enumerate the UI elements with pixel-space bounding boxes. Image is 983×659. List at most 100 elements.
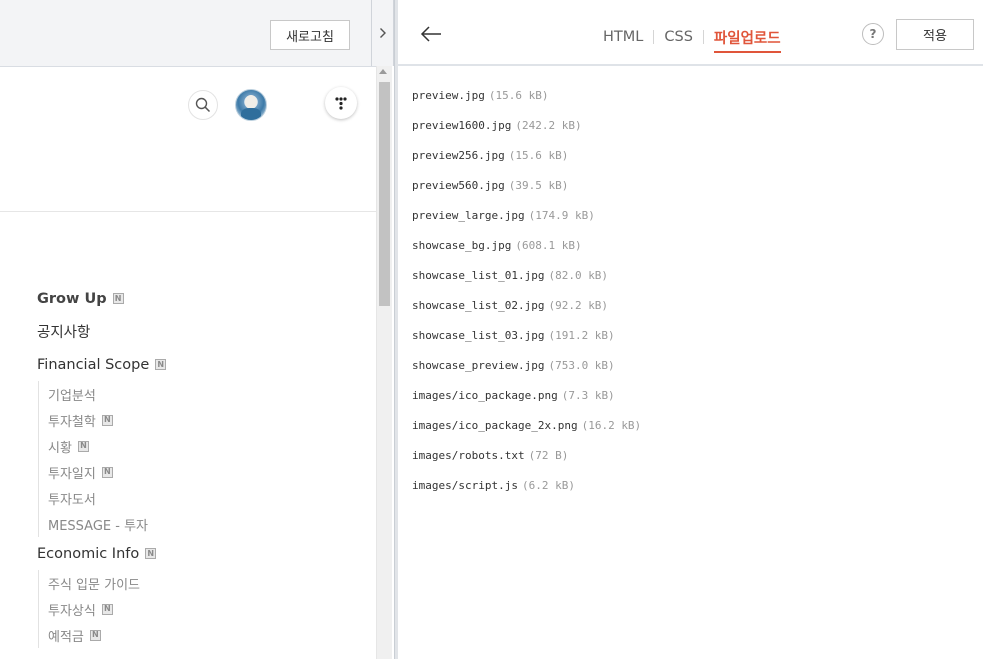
blog-header [0,67,376,212]
collapse-preview-button[interactable] [371,0,394,66]
apply-button[interactable]: 적용 [896,19,974,50]
menu-subcategory[interactable]: 시황 N [38,433,357,459]
menu-category[interactable]: 공지사항 [37,315,357,348]
file-size: (174.9 kB) [528,208,595,222]
new-badge-icon: N [101,414,113,426]
file-item[interactable]: showcase_list_03.jpg (191.2 kB) [412,320,972,350]
menu-category-label: Economic Info [37,545,140,562]
scroll-thumb[interactable] [379,82,390,306]
menu-subcategory[interactable]: 투자상식 N [38,596,357,622]
help-button[interactable]: ? [862,23,884,45]
back-button[interactable] [418,22,444,46]
file-item[interactable]: showcase_list_01.jpg (82.0 kB) [412,260,972,290]
file-size: (7.3 kB) [561,388,615,402]
scroll-up-arrow-icon[interactable] [379,69,387,74]
file-name: images/script.js [412,478,518,492]
file-size: (15.6 kB) [488,88,549,102]
file-name: images/robots.txt [412,448,525,462]
tab-html[interactable]: HTML [603,29,643,45]
file-size: (242.2 kB) [515,118,582,132]
menu-category-label: Grow Up [37,290,107,307]
editor-toolbar: HTML CSS 파일업로드 ? 적용 [398,0,983,66]
file-name: showcase_list_02.jpg [412,298,545,312]
new-badge-icon: N [112,293,124,304]
file-name: images/ico_package.png [412,388,558,402]
skin-editor-pane: HTML CSS 파일업로드 ? 적용 preview.jpg (15.6 kB)… [398,0,983,659]
file-item[interactable]: preview.jpg (15.6 kB) [412,80,972,110]
menu-subcategory-label: 투자도서 [48,492,96,508]
file-size: (191.2 kB) [548,328,615,342]
menu-category[interactable]: Economic Info N [37,537,357,570]
file-name: images/ico_package_2x.png [412,418,578,432]
avatar-body [241,108,261,120]
menu-subcategory[interactable]: 투자일지 N [38,459,357,485]
file-size: (15.6 kB) [508,148,569,162]
file-size: (39.5 kB) [508,178,569,192]
file-size: (16.2 kB) [581,418,642,432]
file-name: showcase_bg.jpg [412,238,512,252]
editor-tabs: HTML CSS 파일업로드 [603,26,781,53]
file-item[interactable]: preview560.jpg (39.5 kB) [412,170,972,200]
menu-subcategory-label: 투자일지 [48,466,96,482]
file-name: preview1600.jpg [412,118,512,132]
file-size: (608.1 kB) [515,238,582,252]
file-item[interactable]: preview_large.jpg (174.9 kB) [412,200,972,230]
file-item[interactable]: showcase_list_02.jpg (92.2 kB) [412,290,972,320]
menu-subcategory-label: 투자상식 [48,603,96,619]
menu-subcategory[interactable]: 예적금 N [38,622,357,648]
avatar-face [245,95,257,109]
menu-subcategory-label: 시황 [48,440,72,456]
file-name: preview.jpg [412,88,485,102]
menu-subcategory-label: MESSAGE - 투자 [48,518,149,534]
new-badge-icon: N [155,359,167,370]
file-name: preview560.jpg [412,178,505,192]
menu-subcategory-label: 주식 입문 가이드 [48,577,140,593]
menu-subcategory[interactable]: MESSAGE - 투자 [38,511,357,537]
avatar[interactable] [235,89,267,121]
menu-category-label: 공지사항 [37,325,91,341]
search-icon [195,97,211,113]
more-menu-button[interactable] [325,87,357,119]
file-name: preview_large.jpg [412,208,525,222]
file-item[interactable]: preview256.jpg (15.6 kB) [412,140,972,170]
file-size: (82.0 kB) [548,268,609,282]
new-badge-icon: N [77,440,89,452]
file-item[interactable]: showcase_bg.jpg (608.1 kB) [412,230,972,260]
file-item[interactable]: images/ico_package.png (7.3 kB) [412,380,972,410]
file-name: showcase_preview.jpg [412,358,545,372]
file-item[interactable]: images/script.js (6.2 kB) [412,470,972,500]
tab-divider [702,30,704,44]
new-badge-icon: N [101,466,113,478]
tab-divider [653,30,655,44]
menu-subcategory-label: 예적금 [48,629,84,645]
menu-subcategory[interactable]: 주식 입문 가이드 [38,570,357,596]
blog-preview-pane: 새로고침 Grow Up N 공지사항 Financial Scope N 기업분석투자철… [0,0,376,659]
refresh-button[interactable]: 새로고침 [270,20,350,50]
tab-file-upload[interactable]: 파일업로드 [713,27,781,53]
menu-subcategory-label: 기업분석 [48,388,96,404]
arrow-left-icon [420,26,441,42]
file-name: showcase_list_01.jpg [412,268,545,282]
chevron-right-icon [379,28,386,38]
menu-subcategory[interactable]: 투자철학 N [38,407,357,433]
new-badge-icon: N [89,629,101,641]
menu-category[interactable]: Grow Up N [37,282,357,315]
file-item[interactable]: preview1600.jpg (242.2 kB) [412,110,972,140]
search-button[interactable] [188,90,218,120]
category-menu: Grow Up N 공지사항 Financial Scope N 기업분석투자철학 N 시황 N… [37,282,357,648]
file-item[interactable]: images/ico_package_2x.png (16.2 kB) [412,410,972,440]
file-name: showcase_list_03.jpg [412,328,545,342]
file-item[interactable]: showcase_preview.jpg (753.0 kB) [412,350,972,380]
file-item[interactable]: images/robots.txt (72 B) [412,440,972,470]
file-size: (753.0 kB) [548,358,615,372]
menu-subcategory[interactable]: 기업분석 [38,381,357,407]
menu-category-label: Financial Scope [37,356,150,373]
menu-category[interactable]: Financial Scope N [37,348,357,381]
preview-toolbar: 새로고침 [0,0,376,67]
new-badge-icon: N [145,548,157,559]
menu-subcategory[interactable]: 투자도서 [38,485,357,511]
more-dots-icon [335,97,347,110]
file-size: (72 B) [528,448,569,462]
tab-css[interactable]: CSS [664,29,693,45]
preview-scrollbar[interactable] [376,66,392,659]
